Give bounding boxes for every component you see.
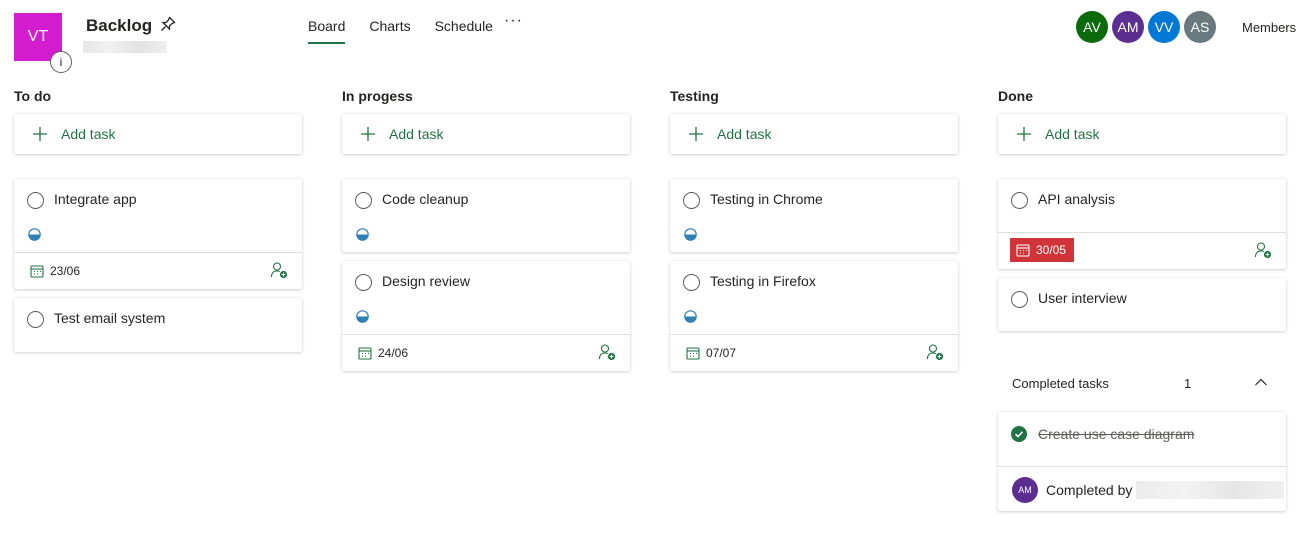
task-title: API analysis <box>1038 191 1116 207</box>
tab-charts[interactable]: Charts <box>369 18 410 44</box>
task-card[interactable]: Testing in Chrome <box>670 179 958 252</box>
completed-tasks-toggle[interactable]: Completed tasks 1 <box>1012 376 1274 391</box>
plus-icon <box>361 127 375 141</box>
bucket-done: Done Add task API analysis 30/05 User in… <box>998 88 1286 331</box>
task-footer: AM Completed by <box>998 466 1286 511</box>
plan-info-icon[interactable]: i <box>50 51 72 73</box>
plus-icon <box>689 127 703 141</box>
task-card[interactable]: Design review 24/06 <box>342 261 630 371</box>
task-footer: 30/05 <box>998 232 1286 269</box>
assign-user-icon[interactable] <box>270 261 288 279</box>
assign-user-icon[interactable] <box>1254 241 1272 259</box>
page-title: Backlog <box>86 16 153 35</box>
chevron-up-icon[interactable] <box>1254 376 1268 388</box>
completed-by-name-redacted <box>1136 481 1285 499</box>
plus-icon <box>1017 127 1031 141</box>
avatar: AM <box>1012 477 1038 503</box>
calendar-icon <box>30 265 44 278</box>
complete-task-checkbox[interactable] <box>355 192 372 209</box>
add-task-label: Add task <box>389 126 444 142</box>
bucket-title: Done <box>998 88 1033 104</box>
completed-task-card[interactable]: Create use case diagram AM Completed by <box>998 412 1286 511</box>
add-task-button[interactable]: Add task <box>14 114 302 154</box>
in-progress-icon <box>356 228 369 241</box>
task-footer: 07/07 <box>670 334 958 371</box>
assign-user-icon[interactable] <box>598 343 616 361</box>
task-card[interactable]: Testing in Firefox 07/07 <box>670 261 958 371</box>
calendar-icon <box>1016 244 1030 257</box>
task-title: Testing in Chrome <box>710 191 823 207</box>
complete-task-checkbox[interactable] <box>27 192 44 209</box>
due-date-label: 07/07 <box>706 346 737 360</box>
member-avatar[interactable]: VV <box>1148 11 1180 43</box>
task-card[interactable]: User interview <box>998 278 1286 331</box>
plan-group-redacted <box>83 41 167 53</box>
task-footer: 24/06 <box>342 334 630 371</box>
complete-task-checkbox[interactable] <box>27 311 44 328</box>
task-title: User interview <box>1038 290 1127 306</box>
calendar-icon <box>686 347 700 360</box>
task-card[interactable]: Integrate app 23/06 <box>14 179 302 289</box>
due-date[interactable]: 24/06 <box>358 346 408 360</box>
task-title: Testing in Firefox <box>710 273 816 289</box>
complete-task-checkbox[interactable] <box>1011 291 1028 308</box>
completed-count: 1 <box>1184 376 1192 391</box>
add-task-label: Add task <box>1045 126 1100 142</box>
add-task-label: Add task <box>717 126 772 142</box>
member-avatars: AV AM VV AS <box>1076 11 1220 43</box>
task-title: Test email system <box>54 310 166 326</box>
completed-by-label: Completed by <box>1046 482 1133 498</box>
task-title: Integrate app <box>54 191 137 207</box>
task-card[interactable]: Test email system <box>14 298 302 352</box>
due-date-label: 24/06 <box>378 346 409 360</box>
member-avatar[interactable]: AS <box>1184 11 1216 43</box>
calendar-icon <box>358 347 372 360</box>
completed-by: AM Completed by <box>1012 477 1285 503</box>
add-task-button[interactable]: Add task <box>998 114 1286 154</box>
assign-user-icon[interactable] <box>926 343 944 361</box>
more-options-icon[interactable]: ··· <box>504 12 523 30</box>
task-card[interactable]: Code cleanup <box>342 179 630 252</box>
member-avatar[interactable]: AV <box>1076 11 1108 43</box>
due-date[interactable]: 07/07 <box>686 346 736 360</box>
pin-icon[interactable] <box>159 15 177 33</box>
bucket-todo: To do Add task Integrate app 23/06 Test … <box>14 88 302 352</box>
completed-check-icon[interactable] <box>1011 426 1027 442</box>
in-progress-icon <box>28 228 41 241</box>
complete-task-checkbox[interactable] <box>1011 192 1028 209</box>
tab-board[interactable]: Board <box>308 18 346 44</box>
task-title: Code cleanup <box>382 191 469 207</box>
in-progress-icon <box>684 310 697 323</box>
completed-tasks-label: Completed tasks <box>1012 376 1109 391</box>
complete-task-checkbox[interactable] <box>683 192 700 209</box>
tab-schedule[interactable]: Schedule <box>435 18 493 44</box>
members-button[interactable]: Members <box>1242 20 1296 35</box>
add-task-button[interactable]: Add task <box>670 114 958 154</box>
complete-task-checkbox[interactable] <box>683 274 700 291</box>
bucket-title: Testing <box>670 88 719 104</box>
in-progress-icon <box>684 228 697 241</box>
due-date[interactable]: 23/06 <box>30 264 80 278</box>
in-progress-icon <box>356 310 369 323</box>
task-title: Design review <box>382 273 470 289</box>
due-date-label: 30/05 <box>1036 243 1067 257</box>
task-title: Create use case diagram <box>1038 426 1195 442</box>
overdue-date-badge[interactable]: 30/05 <box>1010 238 1075 262</box>
add-task-label: Add task <box>61 126 116 142</box>
complete-task-checkbox[interactable] <box>355 274 372 291</box>
plus-icon <box>33 127 47 141</box>
bucket-in-progress: In progess Add task Code cleanup Design … <box>342 88 630 371</box>
task-card[interactable]: API analysis 30/05 <box>998 179 1286 269</box>
bucket-title: In progess <box>342 88 413 104</box>
add-task-button[interactable]: Add task <box>342 114 630 154</box>
task-footer: 23/06 <box>14 252 302 289</box>
plan-nav: Board Charts Schedule <box>308 18 517 44</box>
member-avatar[interactable]: AM <box>1112 11 1144 43</box>
due-date-label: 23/06 <box>50 264 81 278</box>
bucket-title: To do <box>14 88 52 104</box>
bucket-testing: Testing Add task Testing in Chrome Testi… <box>670 88 958 371</box>
